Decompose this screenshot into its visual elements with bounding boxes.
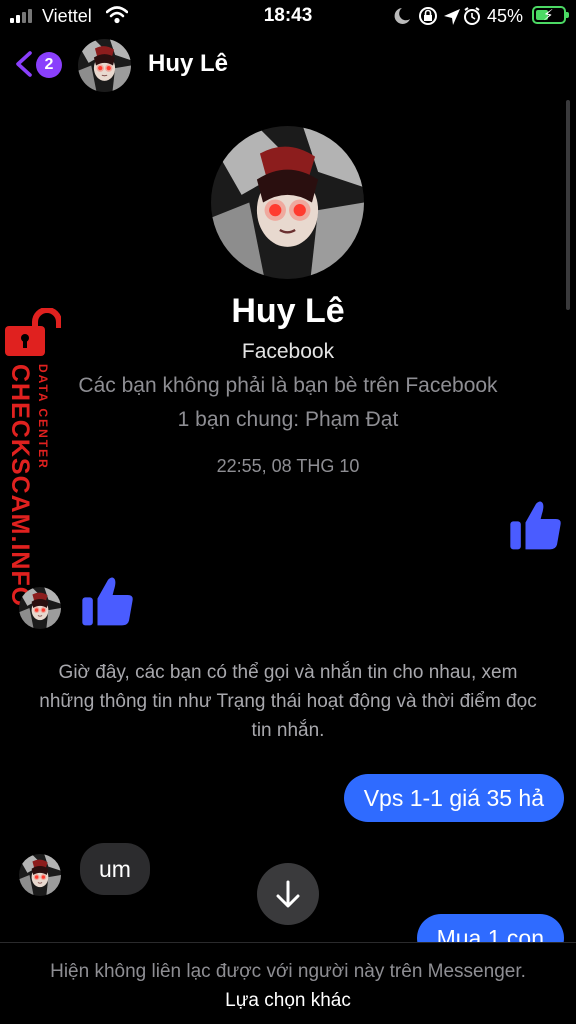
blocked-notice-text: Hiện không liên lạc được với người này t… [50,961,526,982]
header-contact-name[interactable]: Huy Lê [148,50,228,78]
back-chevron-icon[interactable] [12,50,36,78]
profile-subtitle: Facebook [241,340,335,363]
like-icon[interactable] [508,498,564,554]
outgoing-message[interactable]: Vps 1-1 giá 35 hả [343,774,564,822]
unread-badge[interactable]: 2 [36,52,62,78]
arrow-down-icon [276,880,300,908]
watermark-brand: CHECKSCAM.INFO [6,364,34,608]
alarm-icon [464,7,480,25]
profile-name: Huy Lê [231,292,345,330]
like-icon[interactable] [80,574,136,630]
mutual-friends: 1 bạn chung: Phạm Đạt [177,408,399,431]
message-timestamp: 22:55, 08 THG 10 [216,456,360,476]
battery-percent: 45% [487,6,524,26]
system-note: Giờ đây, các bạn có thể gọi và nhắn tin … [39,662,537,741]
incoming-message[interactable]: um [80,843,150,895]
lock-icon [5,308,61,356]
message-avatar[interactable] [19,854,61,896]
friend-status: Các bạn không phải là bạn bè trên Facebo… [78,374,498,397]
scroll-to-bottom-button[interactable] [257,863,319,925]
profile-avatar[interactable] [211,126,364,279]
other-options-link[interactable]: Lựa chọn khác [225,990,351,1011]
status-bar: Viettel 18:43 45% ⚡ [0,0,576,34]
status-icons [394,7,480,25]
moon-icon [394,8,410,24]
watermark-sub: DATA CENTER [36,364,50,470]
battery-icon: ⚡ [532,6,569,24]
blocked-notice-bar: Hiện không liên lạc được với người này t… [0,942,576,1024]
location-icon [444,9,460,25]
blocked-notice: Hiện không liên lạc được với người này t… [40,957,536,1015]
header-avatar[interactable] [78,39,131,92]
lock-rotation-icon [419,7,437,25]
conversation-header: 2 Huy Lê [0,36,576,94]
scrollbar[interactable] [566,100,570,310]
message-avatar[interactable] [19,587,61,629]
